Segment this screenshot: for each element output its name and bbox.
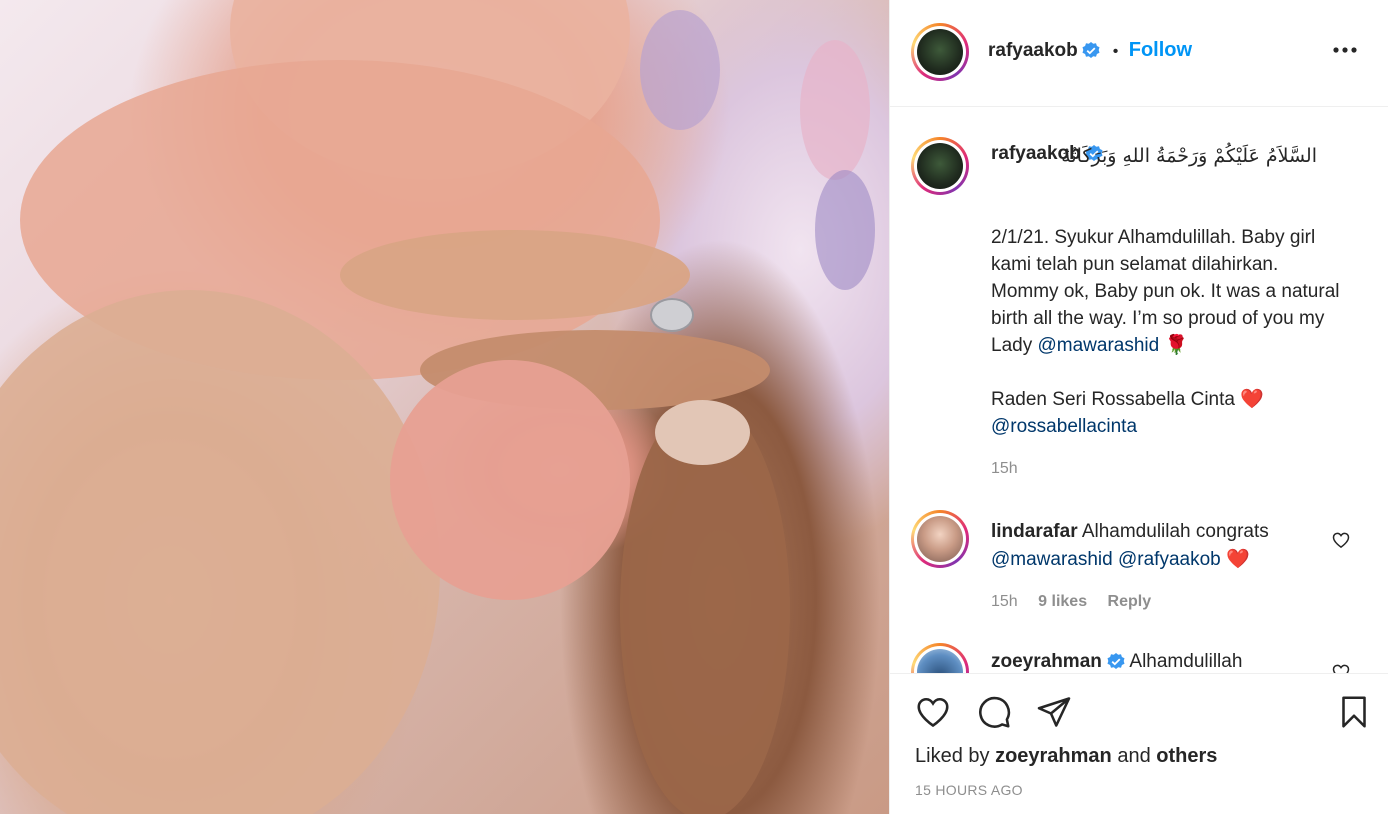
- bookmark-icon[interactable]: [1336, 694, 1372, 730]
- photo-thumbnail: [655, 400, 750, 465]
- reply-button[interactable]: Reply: [1108, 593, 1152, 610]
- caption-author-avatar[interactable]: [911, 137, 969, 195]
- photo-finger: [340, 230, 690, 320]
- comment-icon[interactable]: [976, 694, 1012, 730]
- comment-body: zoeyrahman Alhamdulillah: [991, 651, 1242, 673]
- heart-emoji: ❤️: [1240, 389, 1264, 410]
- rose-emoji: 🌹: [1164, 335, 1189, 356]
- commenter-avatar[interactable]: [911, 643, 969, 673]
- header-separator: •: [1112, 43, 1119, 60]
- comment-username[interactable]: lindarafar: [991, 521, 1078, 542]
- liked-prefix: Liked by: [915, 745, 996, 767]
- caption-body: 2/1/21. Syukur Alhamdulillah. Baby girl …: [991, 224, 1351, 359]
- caption-arabic-greeting: السَّلاَمُ عَلَيْكُمْ وَرَحْمَةُ اللهِ و…: [1061, 145, 1317, 167]
- photo-snap-button: [650, 298, 694, 332]
- baby-name-text: Raden Seri Rossabella Cinta: [991, 389, 1241, 410]
- mention-link[interactable]: @rossabellacinta: [991, 416, 1137, 437]
- comment-body: lindarafar Alhamdulilah congrats @mawara…: [991, 518, 1321, 574]
- more-icon[interactable]: [1333, 46, 1357, 54]
- post-sidebar: rafyaakob • Follow rafyaakob السَّلاَمُ …: [889, 0, 1388, 814]
- photo-blanket-pattern: [800, 40, 870, 180]
- comment-like-heart-icon[interactable]: [1331, 530, 1351, 550]
- liked-and: and: [1111, 745, 1157, 767]
- comment-likes[interactable]: 9 likes: [1038, 593, 1087, 610]
- liked-others-link[interactable]: others: [1156, 745, 1217, 767]
- caption-name-block: Raden Seri Rossabella Cinta ❤️ @rossabel…: [991, 386, 1351, 440]
- caption-time[interactable]: 15h: [991, 460, 1018, 478]
- author-avatar[interactable]: [911, 23, 969, 81]
- post-photo[interactable]: [0, 0, 889, 814]
- follow-button[interactable]: Follow: [1129, 39, 1192, 61]
- verified-badge-icon: [1082, 42, 1100, 58]
- post-timestamp[interactable]: 15 HOURS AGO: [915, 782, 1023, 798]
- liked-user-link[interactable]: zoeyrahman: [995, 745, 1112, 767]
- mention-link[interactable]: @mawarashid: [991, 549, 1113, 570]
- mention-link[interactable]: @rafyaakob: [1118, 549, 1221, 570]
- comment-meta: 15h 9 likes Reply: [991, 593, 1151, 611]
- post-header: rafyaakob • Follow: [890, 0, 1388, 107]
- author-username[interactable]: rafyaakob: [988, 40, 1078, 61]
- heart-emoji: ❤️: [1226, 549, 1250, 570]
- photo-blanket-pattern: [640, 10, 720, 130]
- comment-like-heart-icon[interactable]: [1331, 662, 1351, 673]
- commenter-avatar[interactable]: [911, 510, 969, 568]
- liked-by-line: Liked by zoeyrahman and others: [915, 745, 1217, 768]
- share-icon[interactable]: [1036, 694, 1072, 730]
- comment-text: Alhamdulilah congrats: [1081, 521, 1269, 542]
- post-actions-bar: Liked by zoeyrahman and others 15 HOURS …: [890, 673, 1388, 815]
- comment-text: Alhamdulillah: [1129, 651, 1243, 672]
- comment-username[interactable]: zoeyrahman: [991, 651, 1102, 672]
- verified-badge-icon: [1107, 653, 1125, 669]
- comment-time[interactable]: 15h: [991, 593, 1018, 610]
- header-user-line: rafyaakob • Follow: [988, 39, 1192, 62]
- mention-link[interactable]: @mawarashid: [1037, 335, 1159, 356]
- photo-baby-hand: [390, 360, 630, 600]
- comments-scroll-area[interactable]: rafyaakob السَّلاَمُ عَلَيْكُمْ وَرَحْمَ…: [890, 107, 1388, 673]
- heart-icon[interactable]: [915, 694, 951, 730]
- photo-blanket-pattern: [815, 170, 875, 290]
